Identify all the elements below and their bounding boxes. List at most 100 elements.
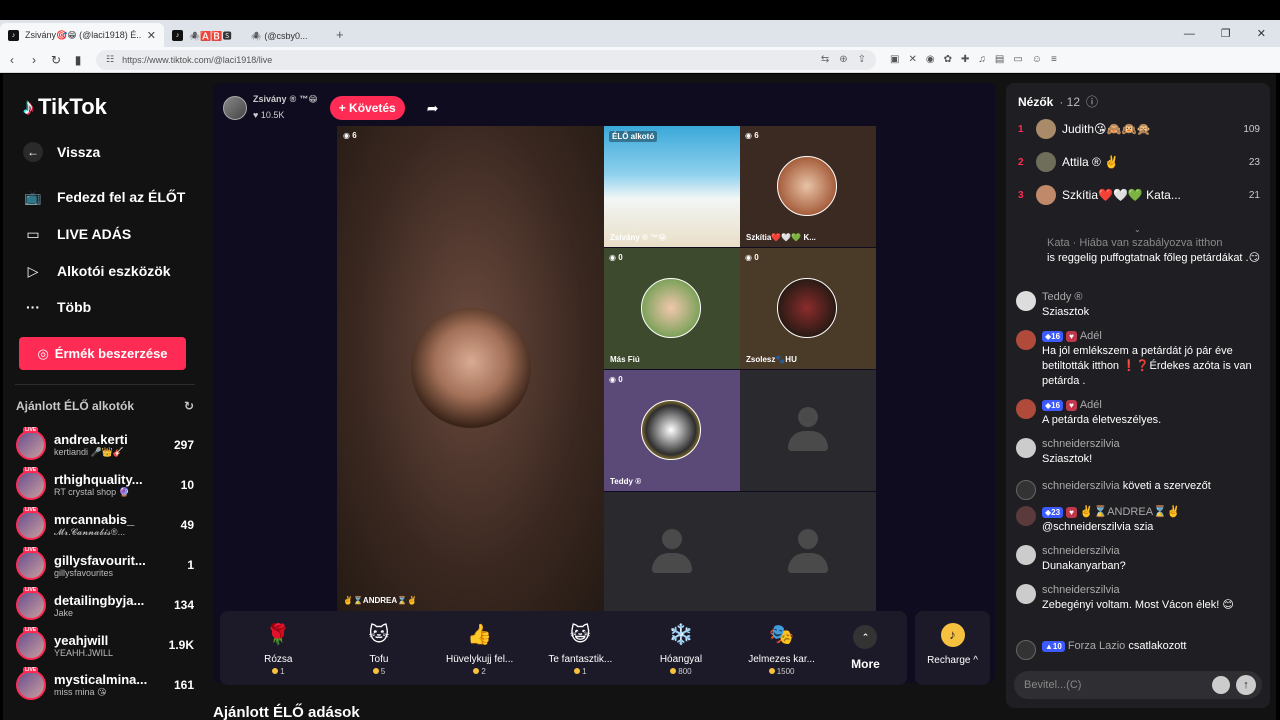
wallet-icon[interactable]: ▭ <box>1013 54 1022 65</box>
recommended-creator[interactable]: LIVE detailingbyja... Jake 134 <box>16 587 194 623</box>
chat-message: schneiderszilvia követi a szervezőt <box>1016 479 1262 500</box>
creator-name: yeahjwill <box>54 632 109 648</box>
host-avatar[interactable] <box>223 96 247 120</box>
chat-username[interactable]: Adél <box>1080 399 1102 411</box>
avatar[interactable] <box>1016 506 1036 526</box>
tiktok-logo[interactable]: ♪ TikTok <box>23 94 107 120</box>
refresh-icon[interactable]: ↻ <box>184 399 194 413</box>
gift-item[interactable]: 😺 Te fantasztik... 1 <box>530 620 631 676</box>
recommended-creator[interactable]: LIVE yeahjwill YEAHH.JWILL 1.9K <box>16 627 194 663</box>
help-icon[interactable]: ⓘ <box>1086 93 1098 110</box>
restore-icon[interactable]: ❐ <box>1221 27 1231 40</box>
zoom-icon[interactable]: ⊕ <box>839 54 847 65</box>
emoji-icon[interactable] <box>1212 676 1230 694</box>
avatar[interactable] <box>1016 291 1036 311</box>
more-gifts-button[interactable]: ⌃ More <box>832 625 899 671</box>
reload-icon[interactable]: ↻ <box>46 53 66 67</box>
extension-icon[interactable]: ◉ <box>926 54 935 65</box>
extension-icon[interactable]: ✿ <box>944 54 952 65</box>
guest-name: Teddy ® <box>610 477 642 486</box>
recharge-button[interactable]: ♪ Recharge ^ <box>915 611 990 685</box>
new-tab-icon[interactable]: + <box>328 27 352 47</box>
chat-input[interactable]: Bevitel...(C) ↑ <box>1014 671 1262 699</box>
host-name[interactable]: Zsivány <box>253 94 287 104</box>
chat-username[interactable]: Teddy ® <box>1042 291 1083 303</box>
chevron-down-icon[interactable]: ⌄ <box>1134 225 1141 234</box>
url-field[interactable]: ☷ https://www.tiktok.com/@laci1918/live … <box>96 49 876 70</box>
gift-item[interactable]: ❄️ Hóangyal 800 <box>631 620 732 676</box>
nav-more[interactable]: ··· Több <box>23 297 91 317</box>
puzzle-icon[interactable]: ✚ <box>961 54 969 65</box>
url-actions: ⇆ ⊕ ⇪ <box>821 54 866 65</box>
gift-item[interactable]: 🎭 Jelmezes kar... 1500 <box>731 620 832 676</box>
top-viewer-row[interactable]: 1 Judith😘🙈🙉🙊 109 <box>1018 119 1260 139</box>
viewer-name: Attila ® ✌️ <box>1062 155 1120 169</box>
site-info-icon[interactable]: ☷ <box>106 54 114 65</box>
creator-name: gillysfavourit... <box>54 552 146 568</box>
guest-name: Szkítia❤️🤍💚 K... <box>746 233 816 242</box>
sidebar-icon[interactable]: ▤ <box>995 54 1004 65</box>
send-icon[interactable]: ↑ <box>1236 675 1256 695</box>
recommended-creator[interactable]: LIVE gillysfavourit... gillysfavourites 1 <box>16 547 194 583</box>
recommended-creator[interactable]: LIVE rthighquality... RT crystal shop 🔮 1… <box>16 467 194 503</box>
chat-username[interactable]: Adél <box>1080 330 1102 342</box>
close-window-icon[interactable]: ✕ <box>1257 27 1266 40</box>
empty-seat[interactable] <box>604 492 740 611</box>
forward-icon[interactable]: › <box>24 53 44 67</box>
profile-icon[interactable]: ☺ <box>1032 54 1042 65</box>
main-host-tile[interactable]: ◉ 6 ✌️⌛ANDREA⌛✌️ <box>337 126 604 611</box>
chat-username[interactable]: schneiderszilvia <box>1042 584 1120 596</box>
chat-username[interactable]: schneiderszilvia <box>1042 438 1120 450</box>
get-coins-button[interactable]: ◎ Érmék beszerzése <box>19 337 186 370</box>
menu-icon[interactable]: ≡ <box>1051 54 1057 65</box>
chat-username[interactable]: ✌️⌛ANDREA⌛✌️ <box>1080 506 1181 518</box>
avatar[interactable] <box>1016 399 1036 419</box>
avatar[interactable] <box>1016 438 1036 458</box>
top-viewer-row[interactable]: 2 Attila ® ✌️ 23 <box>1018 152 1260 172</box>
gift-item[interactable]: 🌹 Rózsa 1 <box>228 620 329 676</box>
bookmark-icon[interactable]: ▮ <box>68 53 88 67</box>
extension-icon[interactable]: ▣ <box>890 54 899 65</box>
back-icon[interactable]: ‹ <box>2 53 22 67</box>
chat-username[interactable]: schneiderszilvia <box>1042 545 1120 557</box>
browser-tab-active[interactable]: ♪ Zsivány🎯😁 (@laci1918) É... ✕ <box>0 23 164 47</box>
guest-tile[interactable]: ◉ 0 Zsolesz🐾HU <box>740 248 876 369</box>
viewers-header[interactable]: Nézők · 12 ⓘ <box>1018 93 1098 110</box>
chat-username[interactable]: schneiderszilvia <box>1042 480 1120 492</box>
empty-seat[interactable] <box>740 370 876 491</box>
browser-tab[interactable]: ♪ 🕷️🅰️🅱️🆂 ㅤㅤ🕷️ (@csby0... <box>164 23 328 47</box>
guest-tile[interactable]: ◉ 0 Teddy ® <box>604 370 740 491</box>
guest-tile[interactable]: ÉLŐ alkotó Zsivány ® ™😁 <box>604 126 740 247</box>
gift-item[interactable]: 👍 Hüvelykujj fel... 2 <box>429 620 530 676</box>
gift-item[interactable]: 🐱 Tofu 5 <box>329 620 430 676</box>
close-tab-icon[interactable]: ✕ <box>147 29 156 42</box>
guest-tile[interactable]: ◉ 6 Szkítia❤️🤍💚 K... <box>740 126 876 247</box>
translate-icon[interactable]: ⇆ <box>821 54 829 65</box>
avatar[interactable] <box>1016 584 1036 604</box>
recommended-creator[interactable]: LIVE mrcannabis_ 𝓜𝓻.𝓒𝓪𝓷𝓷𝓪𝓫𝓲𝓼®... 49 <box>16 507 194 543</box>
nav-label: Fedezd fel az ÉLŐT <box>57 189 186 205</box>
nav-label: Vissza <box>57 144 101 160</box>
chat-username[interactable]: Kata · Hiába van szabályozva itthon <box>1047 237 1223 249</box>
avatar[interactable] <box>1016 330 1036 350</box>
music-icon[interactable]: ♫ <box>978 54 986 65</box>
recommended-creator[interactable]: LIVE andrea.kerti kertiandi 🎤👑🎸 297 <box>16 427 194 463</box>
guest-avatar <box>641 400 701 460</box>
empty-seat[interactable] <box>740 492 876 611</box>
share-icon[interactable]: ⇪ <box>858 54 866 65</box>
top-viewer-row[interactable]: 3 Szkítia❤️🤍💚 Kata... 21 <box>1018 185 1260 205</box>
chat-username[interactable]: Forza Lazio <box>1068 640 1125 652</box>
follow-button[interactable]: + Követés <box>329 96 405 120</box>
nav-back[interactable]: ← Vissza <box>23 142 100 162</box>
extension-icon[interactable]: ✕ <box>908 54 916 65</box>
recommended-creator[interactable]: LIVE mysticalmina... miss mina 😘 161 <box>16 667 194 703</box>
nav-creator-tools[interactable]: ▷ Alkotói eszközök <box>23 261 171 281</box>
guest-tile[interactable]: ◉ 0 Más Fiú <box>604 248 740 369</box>
avatar[interactable] <box>1016 545 1036 565</box>
nav-explore-live[interactable]: 📺 Fedezd fel az ÉLŐT <box>23 187 185 207</box>
nav-go-live[interactable]: ▭ LIVE ADÁS <box>23 224 131 244</box>
avatar: LIVE <box>16 547 46 580</box>
share-icon[interactable]: ➦ <box>427 100 439 117</box>
coins-label: Érmék beszerzése <box>54 346 168 361</box>
minimize-icon[interactable]: — <box>1184 28 1195 40</box>
